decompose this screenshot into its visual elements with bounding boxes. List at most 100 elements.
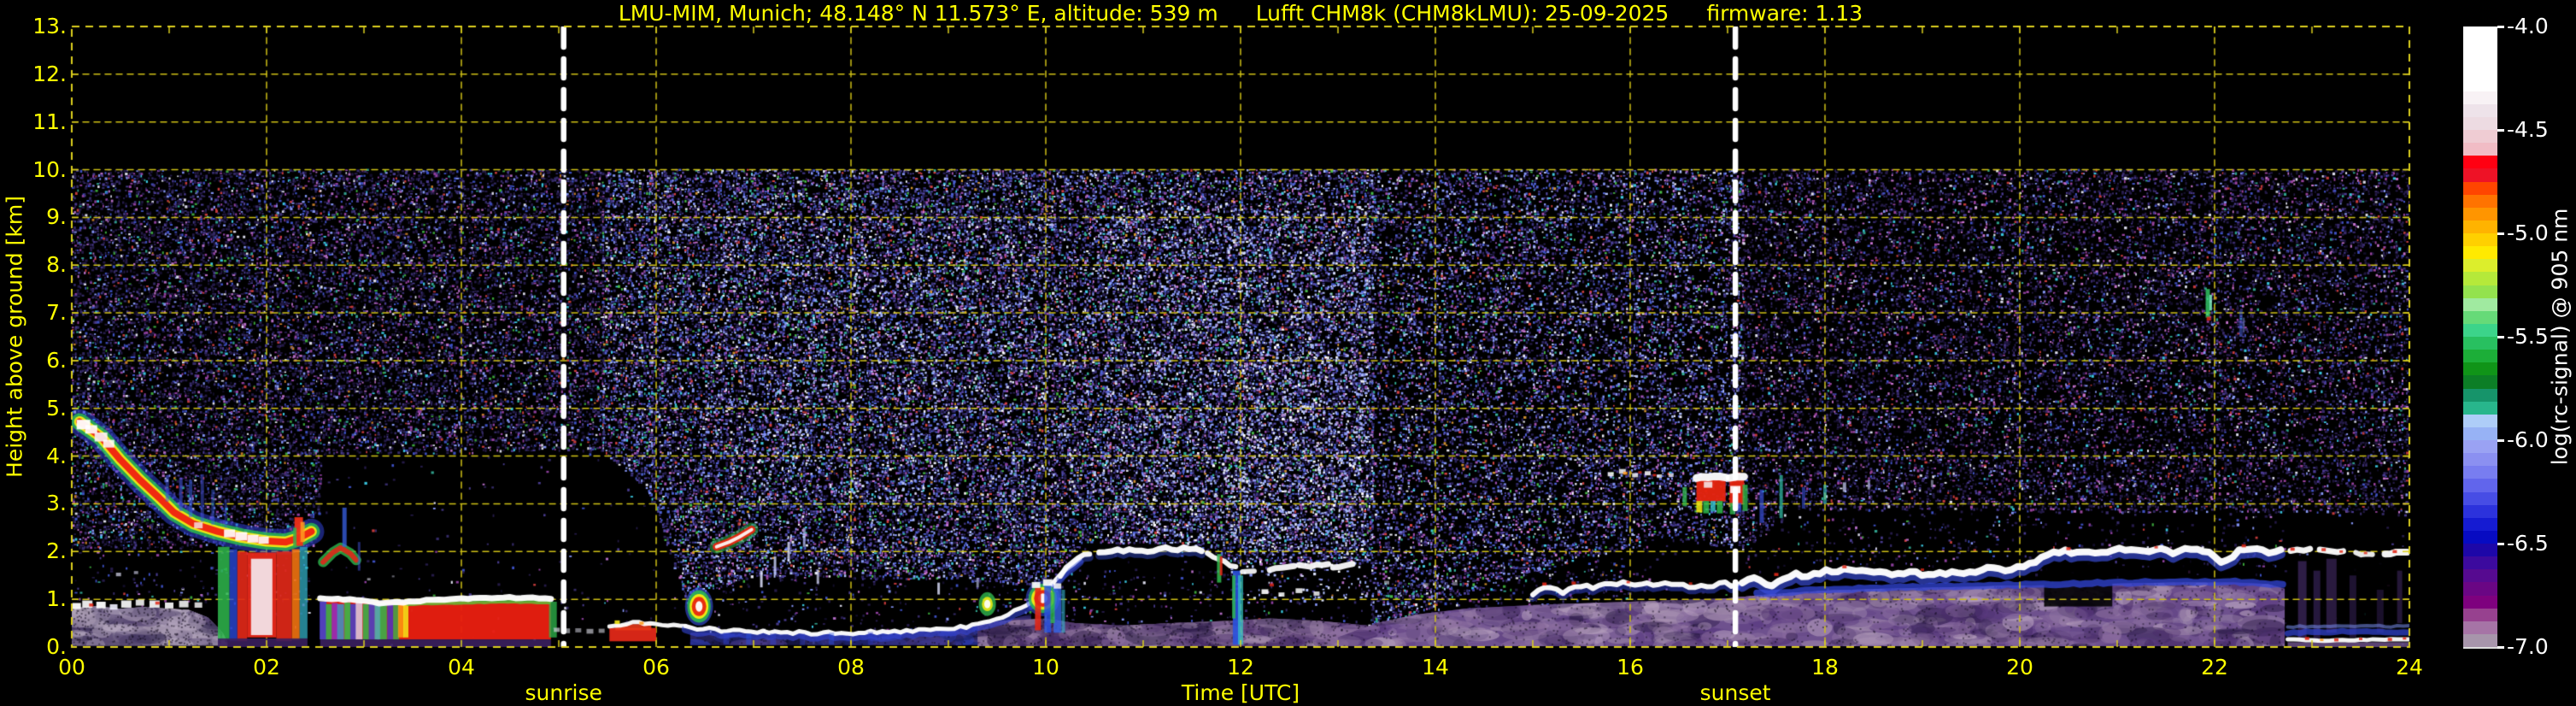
colorbar-segment bbox=[2463, 530, 2497, 544]
colorbar-segment bbox=[2463, 569, 2497, 583]
x-tick-label: 08 bbox=[837, 655, 865, 680]
colorbar-tick-label: -5.5 bbox=[2507, 324, 2549, 349]
plot-title: LMU-MIM, Munich; 48.148° N 11.573° E, al… bbox=[619, 1, 1863, 26]
colorbar-segment bbox=[2463, 168, 2497, 182]
colorbar-segment bbox=[2463, 427, 2497, 440]
colorbar-tick-mark bbox=[2497, 25, 2504, 28]
colorbar-segment bbox=[2463, 401, 2497, 415]
colorbar-tick-label: -7.0 bbox=[2507, 634, 2549, 659]
title-instrument: Lufft CHM8k (CHM8kLMU): 25-09-2025 bbox=[1255, 1, 1669, 26]
colorbar-segment bbox=[2463, 414, 2497, 427]
colorbar-segment bbox=[2463, 259, 2497, 273]
title-firmware: firmware: 1.13 bbox=[1706, 1, 1863, 26]
x-tick-label: 18 bbox=[1811, 655, 1839, 680]
colorbar-segment bbox=[2463, 337, 2497, 350]
colorbar-segment bbox=[2463, 233, 2497, 247]
colorbar-segment bbox=[2463, 362, 2497, 376]
y-tick-label: 8. bbox=[46, 252, 67, 278]
y-axis-title: Height above ground [km] bbox=[2, 196, 27, 478]
colorbar-segment bbox=[2463, 272, 2497, 285]
colorbar-tick-mark bbox=[2497, 645, 2504, 649]
ceilometer-quicklook-figure: LMU-MIM, Munich; 48.148° N 11.573° E, al… bbox=[0, 0, 2576, 706]
y-tick-label: 7. bbox=[46, 300, 67, 326]
x-tick-label: 02 bbox=[253, 655, 280, 680]
colorbar-segment bbox=[2463, 297, 2497, 311]
colorbar-segment bbox=[2463, 466, 2497, 479]
colorbar-segment bbox=[2463, 116, 2497, 130]
colorbar-tick-mark bbox=[2497, 542, 2504, 545]
x-tick-label: 20 bbox=[2006, 655, 2033, 680]
colorbar-segment bbox=[2463, 375, 2497, 389]
colorbar-segment bbox=[2463, 310, 2497, 324]
colorbar-tick-mark bbox=[2497, 128, 2504, 132]
y-tick-label: 10. bbox=[32, 156, 67, 182]
colorbar-segment bbox=[2463, 130, 2497, 144]
colorbar-segment bbox=[2463, 156, 2497, 169]
y-tick-label: 2. bbox=[46, 538, 67, 564]
x-tick-label: 04 bbox=[448, 655, 475, 680]
colorbar-segment bbox=[2463, 621, 2497, 634]
colorbar-segment bbox=[2463, 52, 2497, 66]
colorbar-tick-mark bbox=[2497, 232, 2504, 235]
colorbar bbox=[2463, 26, 2497, 649]
colorbar-segment bbox=[2463, 143, 2497, 156]
colorbar-segment bbox=[2463, 504, 2497, 518]
y-tick-label: 11. bbox=[32, 109, 67, 134]
y-tick-label: 0. bbox=[46, 634, 67, 659]
colorbar-segment bbox=[2463, 207, 2497, 221]
y-tick-label: 6. bbox=[46, 347, 67, 373]
colorbar-segment bbox=[2463, 388, 2497, 402]
colorbar-segment bbox=[2463, 323, 2497, 337]
colorbar-tick-label: -5.0 bbox=[2507, 221, 2549, 245]
colorbar-tick-mark bbox=[2497, 438, 2504, 442]
colorbar-tick-label: -4.5 bbox=[2507, 117, 2549, 142]
colorbar-segment bbox=[2463, 103, 2497, 117]
x-tick-label: 12 bbox=[1227, 655, 1254, 680]
colorbar-segment bbox=[2463, 517, 2497, 531]
colorbar-segment bbox=[2463, 633, 2497, 647]
colorbar-segment bbox=[2463, 556, 2497, 570]
colorbar-tick-label: -6.5 bbox=[2507, 531, 2549, 556]
y-tick-label: 13. bbox=[32, 14, 67, 38]
colorbar-title: log(rc-signal) @ 905 nm bbox=[2547, 208, 2573, 466]
title-station: LMU-MIM, Munich; 48.148° N 11.573° E, al… bbox=[618, 1, 1218, 26]
sunrise-label: sunrise bbox=[525, 680, 602, 705]
sunset-label: sunset bbox=[1699, 680, 1771, 705]
x-tick-label: 22 bbox=[2201, 655, 2228, 680]
x-tick-label: 06 bbox=[643, 655, 670, 680]
colorbar-segment bbox=[2463, 78, 2497, 91]
colorbar-segment bbox=[2463, 595, 2497, 609]
colorbar-segment bbox=[2463, 181, 2497, 195]
colorbar-segment bbox=[2463, 491, 2497, 505]
y-tick-label: 9. bbox=[46, 204, 67, 230]
x-axis-title: Time [UTC] bbox=[1181, 680, 1300, 705]
colorbar-segment bbox=[2463, 194, 2497, 208]
colorbar-segment bbox=[2463, 91, 2497, 104]
colorbar-tick-mark bbox=[2497, 335, 2504, 338]
colorbar-tick-label: -4.0 bbox=[2507, 14, 2549, 38]
colorbar-segment bbox=[2463, 39, 2497, 53]
backscatter-heatmap bbox=[0, 0, 2576, 706]
colorbar-tick-label: -6.0 bbox=[2507, 427, 2549, 452]
x-tick-label: 16 bbox=[1617, 655, 1644, 680]
x-tick-label: 14 bbox=[1422, 655, 1449, 680]
y-tick-label: 4. bbox=[46, 443, 67, 468]
colorbar-segment bbox=[2463, 26, 2497, 40]
colorbar-segment bbox=[2463, 440, 2497, 454]
x-tick-label: 10 bbox=[1032, 655, 1059, 680]
colorbar-segment bbox=[2463, 65, 2497, 79]
y-tick-label: 12. bbox=[32, 61, 67, 86]
y-tick-label: 5. bbox=[46, 395, 67, 421]
x-tick-label: 24 bbox=[2396, 655, 2423, 680]
colorbar-segment bbox=[2463, 350, 2497, 363]
colorbar-segment bbox=[2463, 582, 2497, 596]
colorbar-segment bbox=[2463, 220, 2497, 233]
colorbar-segment bbox=[2463, 544, 2497, 557]
colorbar-segment bbox=[2463, 479, 2497, 492]
colorbar-segment bbox=[2463, 285, 2497, 298]
colorbar-segment bbox=[2463, 608, 2497, 621]
y-tick-label: 1. bbox=[46, 586, 67, 612]
colorbar-segment bbox=[2463, 453, 2497, 467]
colorbar-segment bbox=[2463, 246, 2497, 260]
y-tick-label: 3. bbox=[46, 491, 67, 516]
